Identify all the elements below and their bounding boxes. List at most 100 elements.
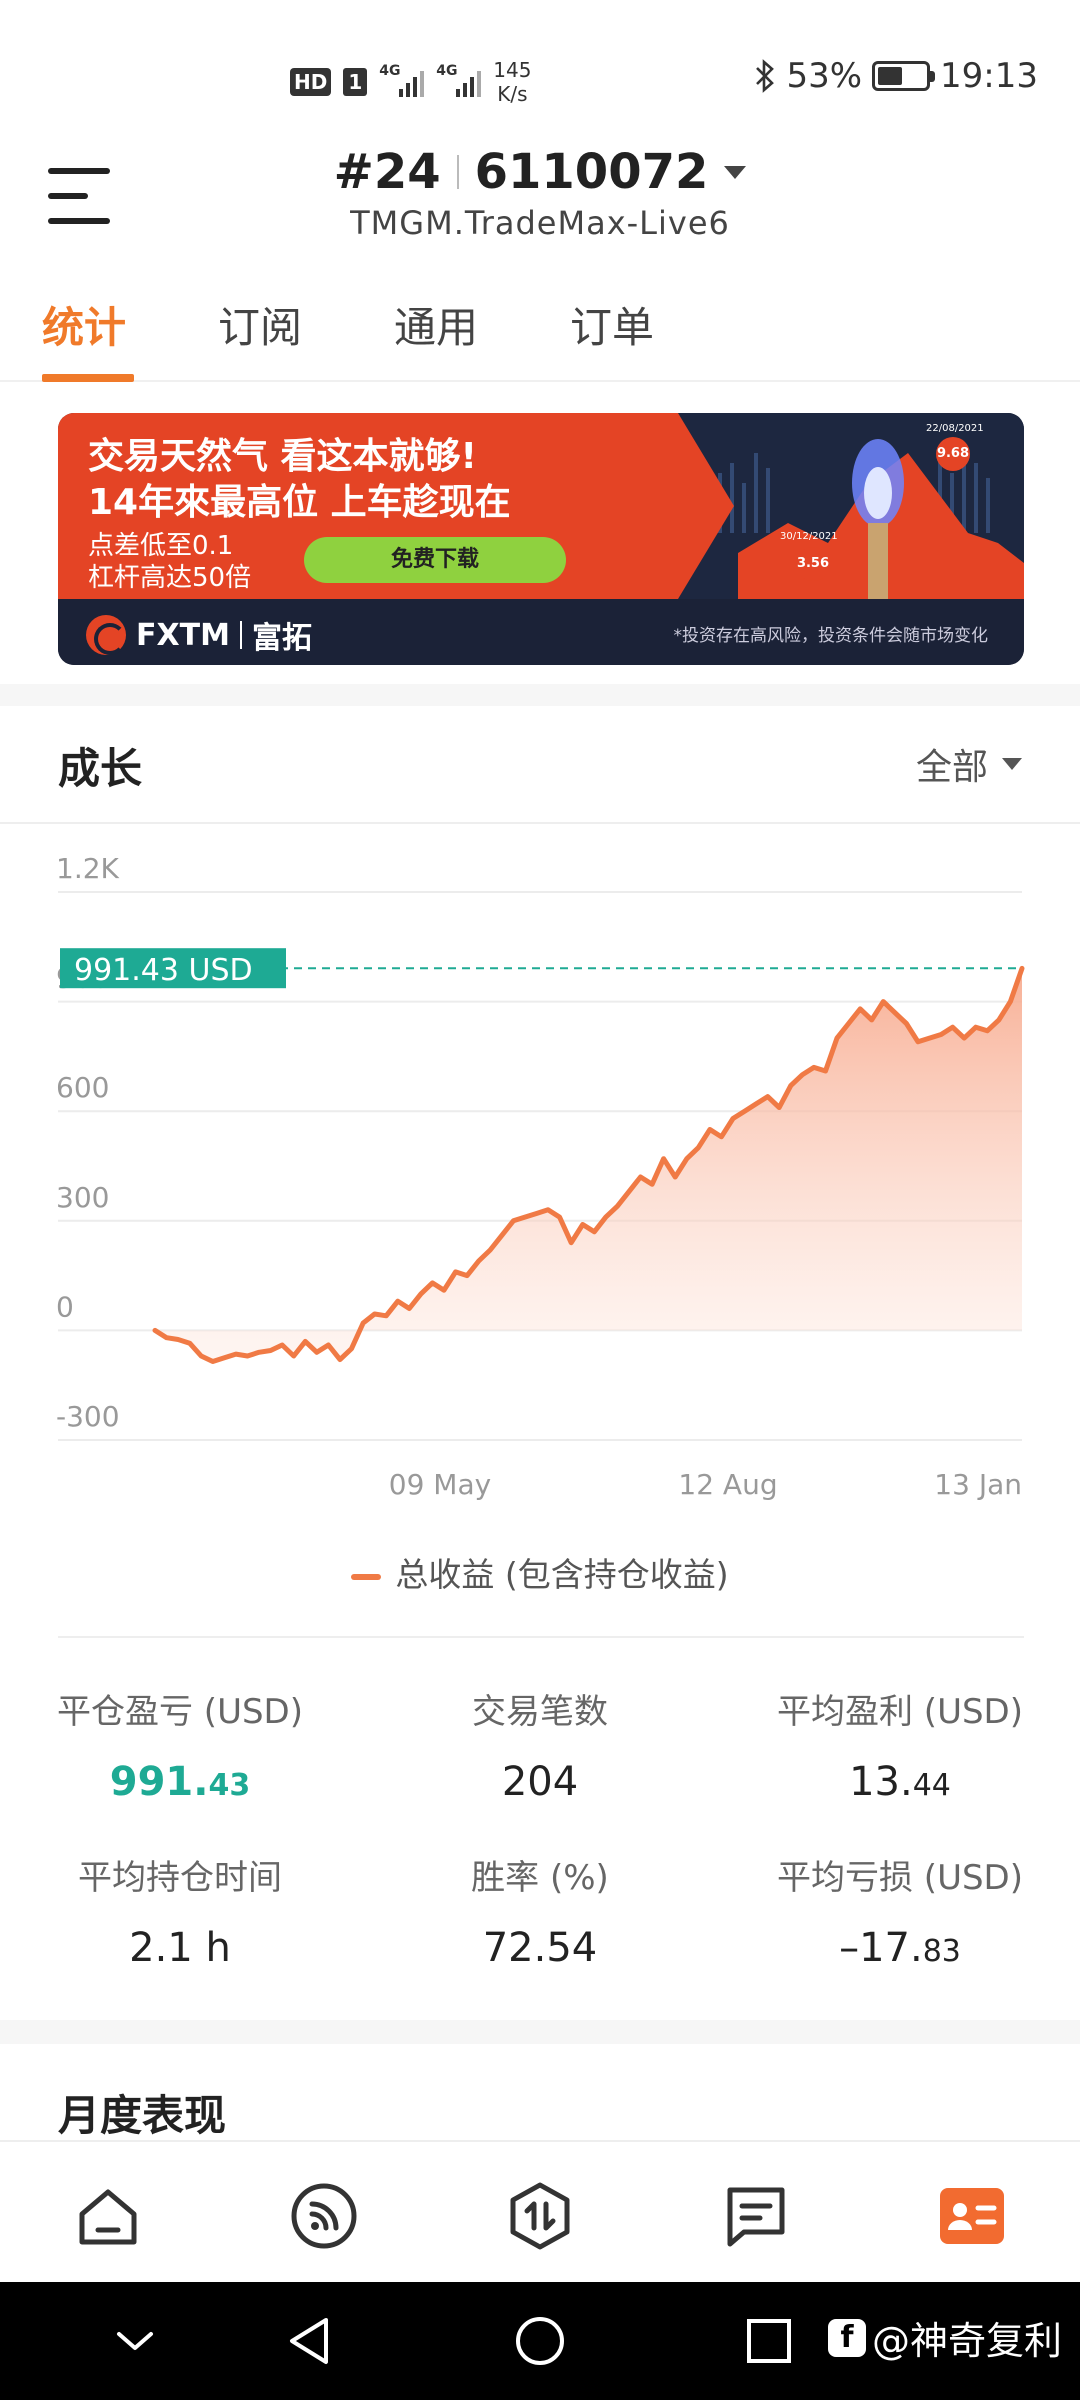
signal-icon: 4G bbox=[379, 63, 425, 97]
watermark-text: @神奇复利 bbox=[871, 2319, 1062, 2363]
y-tick-label: 300 bbox=[56, 1181, 109, 1214]
banner-download-button[interactable]: 免费下载 bbox=[304, 537, 566, 583]
hd-badge: HD bbox=[290, 68, 332, 96]
watermark: f @神奇复利 bbox=[827, 2310, 1062, 2365]
stat-value-main: 991. bbox=[109, 1759, 209, 1805]
x-tick-label: 09 May bbox=[389, 1468, 491, 1501]
y-tick-label: 1.2K bbox=[56, 852, 120, 885]
x-tick-label: 13 Jan bbox=[934, 1468, 1022, 1501]
y-tick-label: -300 bbox=[56, 1400, 120, 1433]
current-value-label: 991.43 USD bbox=[74, 953, 253, 988]
clock: 19:13 bbox=[940, 56, 1038, 96]
stat-value-main: 2.1 h bbox=[129, 1925, 231, 1971]
tab-general[interactable]: 通用 bbox=[394, 294, 478, 355]
section-divider bbox=[0, 684, 1080, 706]
bluetooth-icon bbox=[756, 59, 775, 93]
stat-label: 胜率 (%) bbox=[471, 1858, 609, 1898]
network-type-1: 4G bbox=[379, 63, 401, 79]
growth-title: 成长 bbox=[58, 744, 143, 793]
monthly-title: 月度表现 bbox=[58, 2091, 227, 2140]
nav-feed[interactable] bbox=[288, 2180, 360, 2252]
nav-trade[interactable] bbox=[504, 2180, 576, 2252]
stat-value: 204 bbox=[390, 1759, 690, 1805]
banner-date-right: 22/08/2021 bbox=[926, 423, 984, 434]
tab-statistics[interactable]: 统计 bbox=[42, 294, 126, 355]
stat-value: 2.1 h bbox=[30, 1925, 330, 1971]
speed-value: 145 bbox=[493, 58, 532, 82]
tab-orders[interactable]: 订单 bbox=[570, 294, 654, 355]
stat-value-main: –17. bbox=[839, 1925, 923, 1971]
network-indicators: HD 1 4G 4G 145 K/s bbox=[290, 58, 531, 106]
system-indicators: 53% 19:13 bbox=[754, 56, 1038, 96]
account-number: 6110072 bbox=[474, 144, 709, 200]
banner-headline-1: 交易天然气 看这本就够! bbox=[88, 436, 477, 477]
fxtm-logo: FXTM 富拓 bbox=[86, 613, 312, 657]
growth-chart[interactable]: 1.2K9006003000-300991.43 USD09 May12 Aug… bbox=[0, 840, 1080, 1520]
stat-value-decimal: 44 bbox=[912, 1768, 951, 1803]
nav-messages[interactable] bbox=[720, 2180, 792, 2252]
stat-label: 平仓盈亏 (USD) bbox=[57, 1692, 303, 1732]
fxtm-brand: FXTM bbox=[136, 617, 230, 653]
stat-win-rate: 胜率 (%) 72.54 bbox=[390, 1850, 690, 1971]
back-triangle-icon bbox=[290, 2318, 328, 2364]
network-speed: 145 K/s bbox=[493, 58, 531, 106]
profile-card-icon bbox=[940, 2188, 1004, 2244]
account-dropdown-icon[interactable] bbox=[724, 165, 747, 179]
home-circle-icon bbox=[516, 2317, 564, 2365]
tab-bar: 统计 订阅 通用 订单 bbox=[0, 290, 1080, 382]
stat-avg-loss: 平均亏损 (USD) –17.83 bbox=[750, 1850, 1050, 1971]
chevron-down-icon bbox=[117, 2332, 153, 2350]
fxtm-logo-icon bbox=[86, 615, 126, 655]
battery-percent: 53% bbox=[786, 56, 863, 96]
stat-value-decimal: 43 bbox=[208, 1768, 251, 1803]
stat-value-main: 72.54 bbox=[482, 1925, 598, 1971]
banner-arrow-shape bbox=[678, 413, 734, 599]
range-dropdown-icon bbox=[1002, 758, 1022, 770]
stat-value: –17.83 bbox=[750, 1925, 1050, 1971]
home-button[interactable] bbox=[507, 2308, 573, 2374]
banner-value-high: 9.68 bbox=[936, 437, 970, 471]
y-tick-label: 600 bbox=[56, 1071, 109, 1104]
active-tab-indicator bbox=[42, 374, 134, 382]
banner-value-low: 3.56 bbox=[796, 547, 830, 581]
range-selector-label: 全部 bbox=[915, 747, 988, 788]
stat-value-main: 204 bbox=[501, 1759, 579, 1805]
system-nav-bar: f @神奇复利 bbox=[0, 2282, 1080, 2400]
legend-label: 总收益 (包含持仓收益) bbox=[395, 1555, 729, 1594]
nav-collapse-button[interactable] bbox=[102, 2308, 168, 2374]
stat-closed-pnl: 平仓盈亏 (USD) 991.43 bbox=[30, 1684, 330, 1805]
stats-divider bbox=[58, 1636, 1024, 1638]
range-selector[interactable]: 全部 bbox=[916, 738, 1022, 790]
stat-value-decimal: 83 bbox=[922, 1934, 961, 1969]
stat-label: 平均亏损 (USD) bbox=[777, 1858, 1023, 1898]
account-header[interactable]: #24 6110072 TMGM.TradeMax-Live6 bbox=[0, 144, 1080, 242]
fxtm-brand-cn: 富拓 bbox=[251, 621, 312, 656]
message-icon bbox=[727, 2187, 785, 2247]
account-server: TMGM.TradeMax-Live6 bbox=[350, 204, 730, 242]
home-icon bbox=[79, 2189, 137, 2245]
banner-text-area: 交易天然气 看这本就够! 14年來最高位 上车趁现在 点差低至0.1 杠杆高达5… bbox=[58, 413, 678, 599]
bottom-nav bbox=[0, 2140, 1080, 2282]
legend-swatch bbox=[351, 1573, 382, 1580]
stat-avg-hold-time: 平均持仓时间 2.1 h bbox=[30, 1850, 330, 1971]
nav-home[interactable] bbox=[72, 2180, 144, 2252]
growth-divider bbox=[0, 822, 1080, 824]
trade-icon bbox=[510, 2182, 570, 2250]
ad-banner[interactable]: 30/12/2021 22/08/2021 3.56 9.68 交易天然气 看这… bbox=[58, 413, 1024, 665]
y-tick-label: 0 bbox=[56, 1290, 74, 1323]
stat-label: 平均持仓时间 bbox=[78, 1858, 282, 1898]
nav-profile[interactable] bbox=[936, 2180, 1008, 2252]
tab-subscribe[interactable]: 订阅 bbox=[218, 294, 302, 355]
sim-badge: 1 bbox=[343, 68, 368, 96]
chart-legend[interactable]: 总收益 (包含持仓收益) bbox=[0, 1548, 1080, 1596]
stat-trade-count: 交易笔数 204 bbox=[390, 1684, 690, 1805]
banner-headline-2: 14年來最高位 上车趁现在 bbox=[88, 482, 511, 523]
signal-icon-2: 4G bbox=[436, 63, 482, 97]
banner-footer: FXTM 富拓 *投资存在高风险，投资条件会随市场变化 bbox=[58, 599, 1024, 665]
network-type-2: 4G bbox=[436, 63, 458, 79]
stat-value-main: 13. bbox=[849, 1759, 913, 1805]
back-button[interactable] bbox=[276, 2308, 342, 2374]
recents-button[interactable] bbox=[736, 2308, 802, 2374]
stat-value: 13.44 bbox=[750, 1759, 1050, 1805]
weibo-logo-icon: f bbox=[827, 2318, 866, 2357]
